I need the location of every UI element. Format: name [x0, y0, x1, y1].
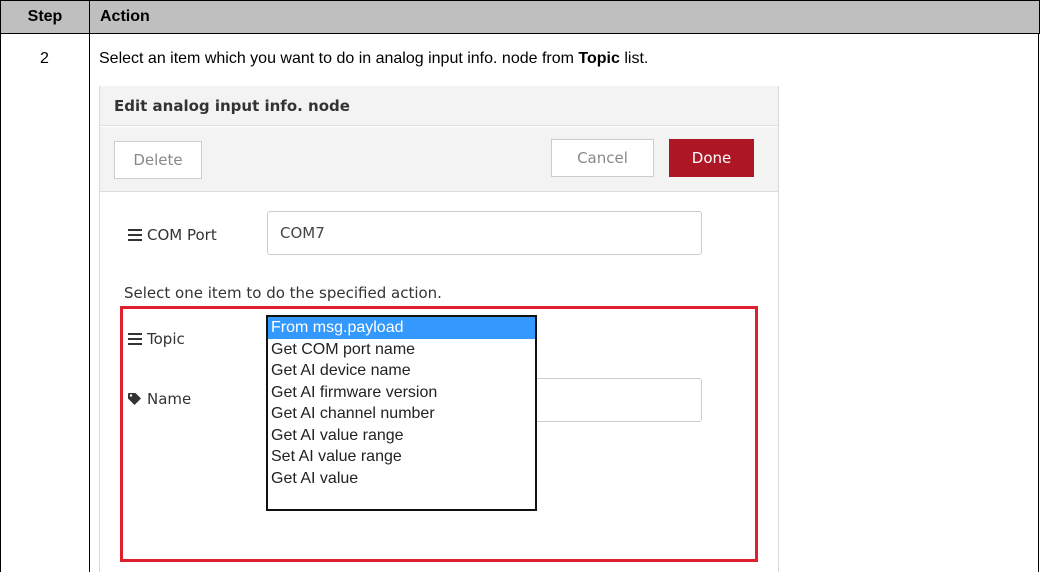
header-step: Step [1, 1, 90, 33]
cancel-button[interactable]: Cancel [551, 139, 654, 177]
topic-label-text: Topic [147, 330, 185, 348]
topic-option[interactable]: From msg.payload [268, 317, 535, 339]
edit-node-dialog: Edit analog input info. node Delete Canc… [99, 86, 779, 572]
topic-option[interactable]: Get AI channel number [268, 403, 535, 425]
topic-dropdown-list[interactable]: From msg.payload Get COM port name Get AI … [266, 315, 537, 511]
com-port-label-text: COM Port [147, 226, 217, 244]
delete-button[interactable]: Delete [114, 141, 202, 179]
name-label: Name [128, 390, 191, 408]
topic-option[interactable]: Set AI value range [268, 446, 535, 468]
dialog-title: Edit analog input info. node [100, 86, 778, 126]
step-number: 2 [40, 50, 49, 67]
helper-text: Select one item to do the specified acti… [124, 284, 442, 302]
dialog-toolbar: Delete Cancel Done [100, 127, 778, 192]
topic-option[interactable]: Get AI value range [268, 425, 535, 447]
name-label-text: Name [147, 390, 192, 408]
action-text-suffix: list. [619, 50, 649, 67]
table-header: Step Action [0, 0, 1040, 34]
topic-option[interactable]: Get AI firmware version [268, 382, 535, 404]
table-border-right [1038, 33, 1039, 572]
list-icon [128, 333, 142, 345]
tag-icon [128, 393, 141, 405]
topic-label: Topic [128, 330, 185, 348]
step-table: Step Action 2 Select an item which you w… [0, 0, 1040, 572]
com-port-label: COM Port [128, 226, 217, 244]
topic-option[interactable]: Get COM port name [268, 339, 535, 361]
list-icon [128, 229, 142, 241]
header-action: Action [100, 8, 150, 25]
table-border-left [0, 33, 1, 572]
action-instruction: Select an item which you want to do in a… [99, 50, 648, 68]
table-border-middle [89, 33, 90, 572]
com-port-field[interactable]: COM7 [267, 211, 702, 255]
topic-option[interactable]: Get AI value [268, 468, 535, 490]
done-button[interactable]: Done [669, 139, 754, 177]
action-text-prefix: Select an item which you want to do in a… [99, 50, 579, 67]
topic-option[interactable]: Get AI device name [268, 360, 535, 382]
action-text-topic: Topic [578, 50, 620, 67]
